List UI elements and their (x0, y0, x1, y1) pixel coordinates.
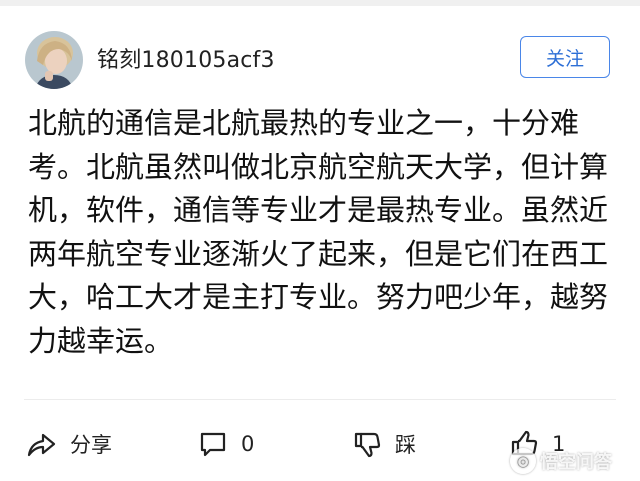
follow-button[interactable]: 关注 (520, 36, 610, 78)
divider (24, 399, 616, 400)
comment-icon (199, 431, 227, 457)
watermark-text: 悟空问答 (540, 452, 612, 473)
avatar[interactable] (25, 31, 83, 89)
avatar-image (25, 31, 83, 89)
comment-button[interactable]: 0 (199, 428, 254, 460)
dislike-button[interactable]: 踩 (353, 428, 416, 460)
answer-text: 北航的通信是北航最热的专业之一，十分难考。北航虽然叫做北京航空航天大学，但计算机… (28, 106, 609, 358)
wukong-logo-icon: ◎ (510, 448, 536, 474)
dislike-label: 踩 (395, 433, 416, 457)
username[interactable]: 铭刻180105acf3 (97, 42, 275, 74)
share-label: 分享 (70, 433, 112, 457)
top-status-strip (0, 0, 640, 6)
share-icon (26, 431, 56, 457)
wukong-watermark: ◎ 悟空问答 (510, 448, 612, 474)
comment-count: 0 (241, 432, 255, 456)
dislike-icon (353, 430, 381, 458)
share-button[interactable]: 分享 (26, 428, 112, 460)
